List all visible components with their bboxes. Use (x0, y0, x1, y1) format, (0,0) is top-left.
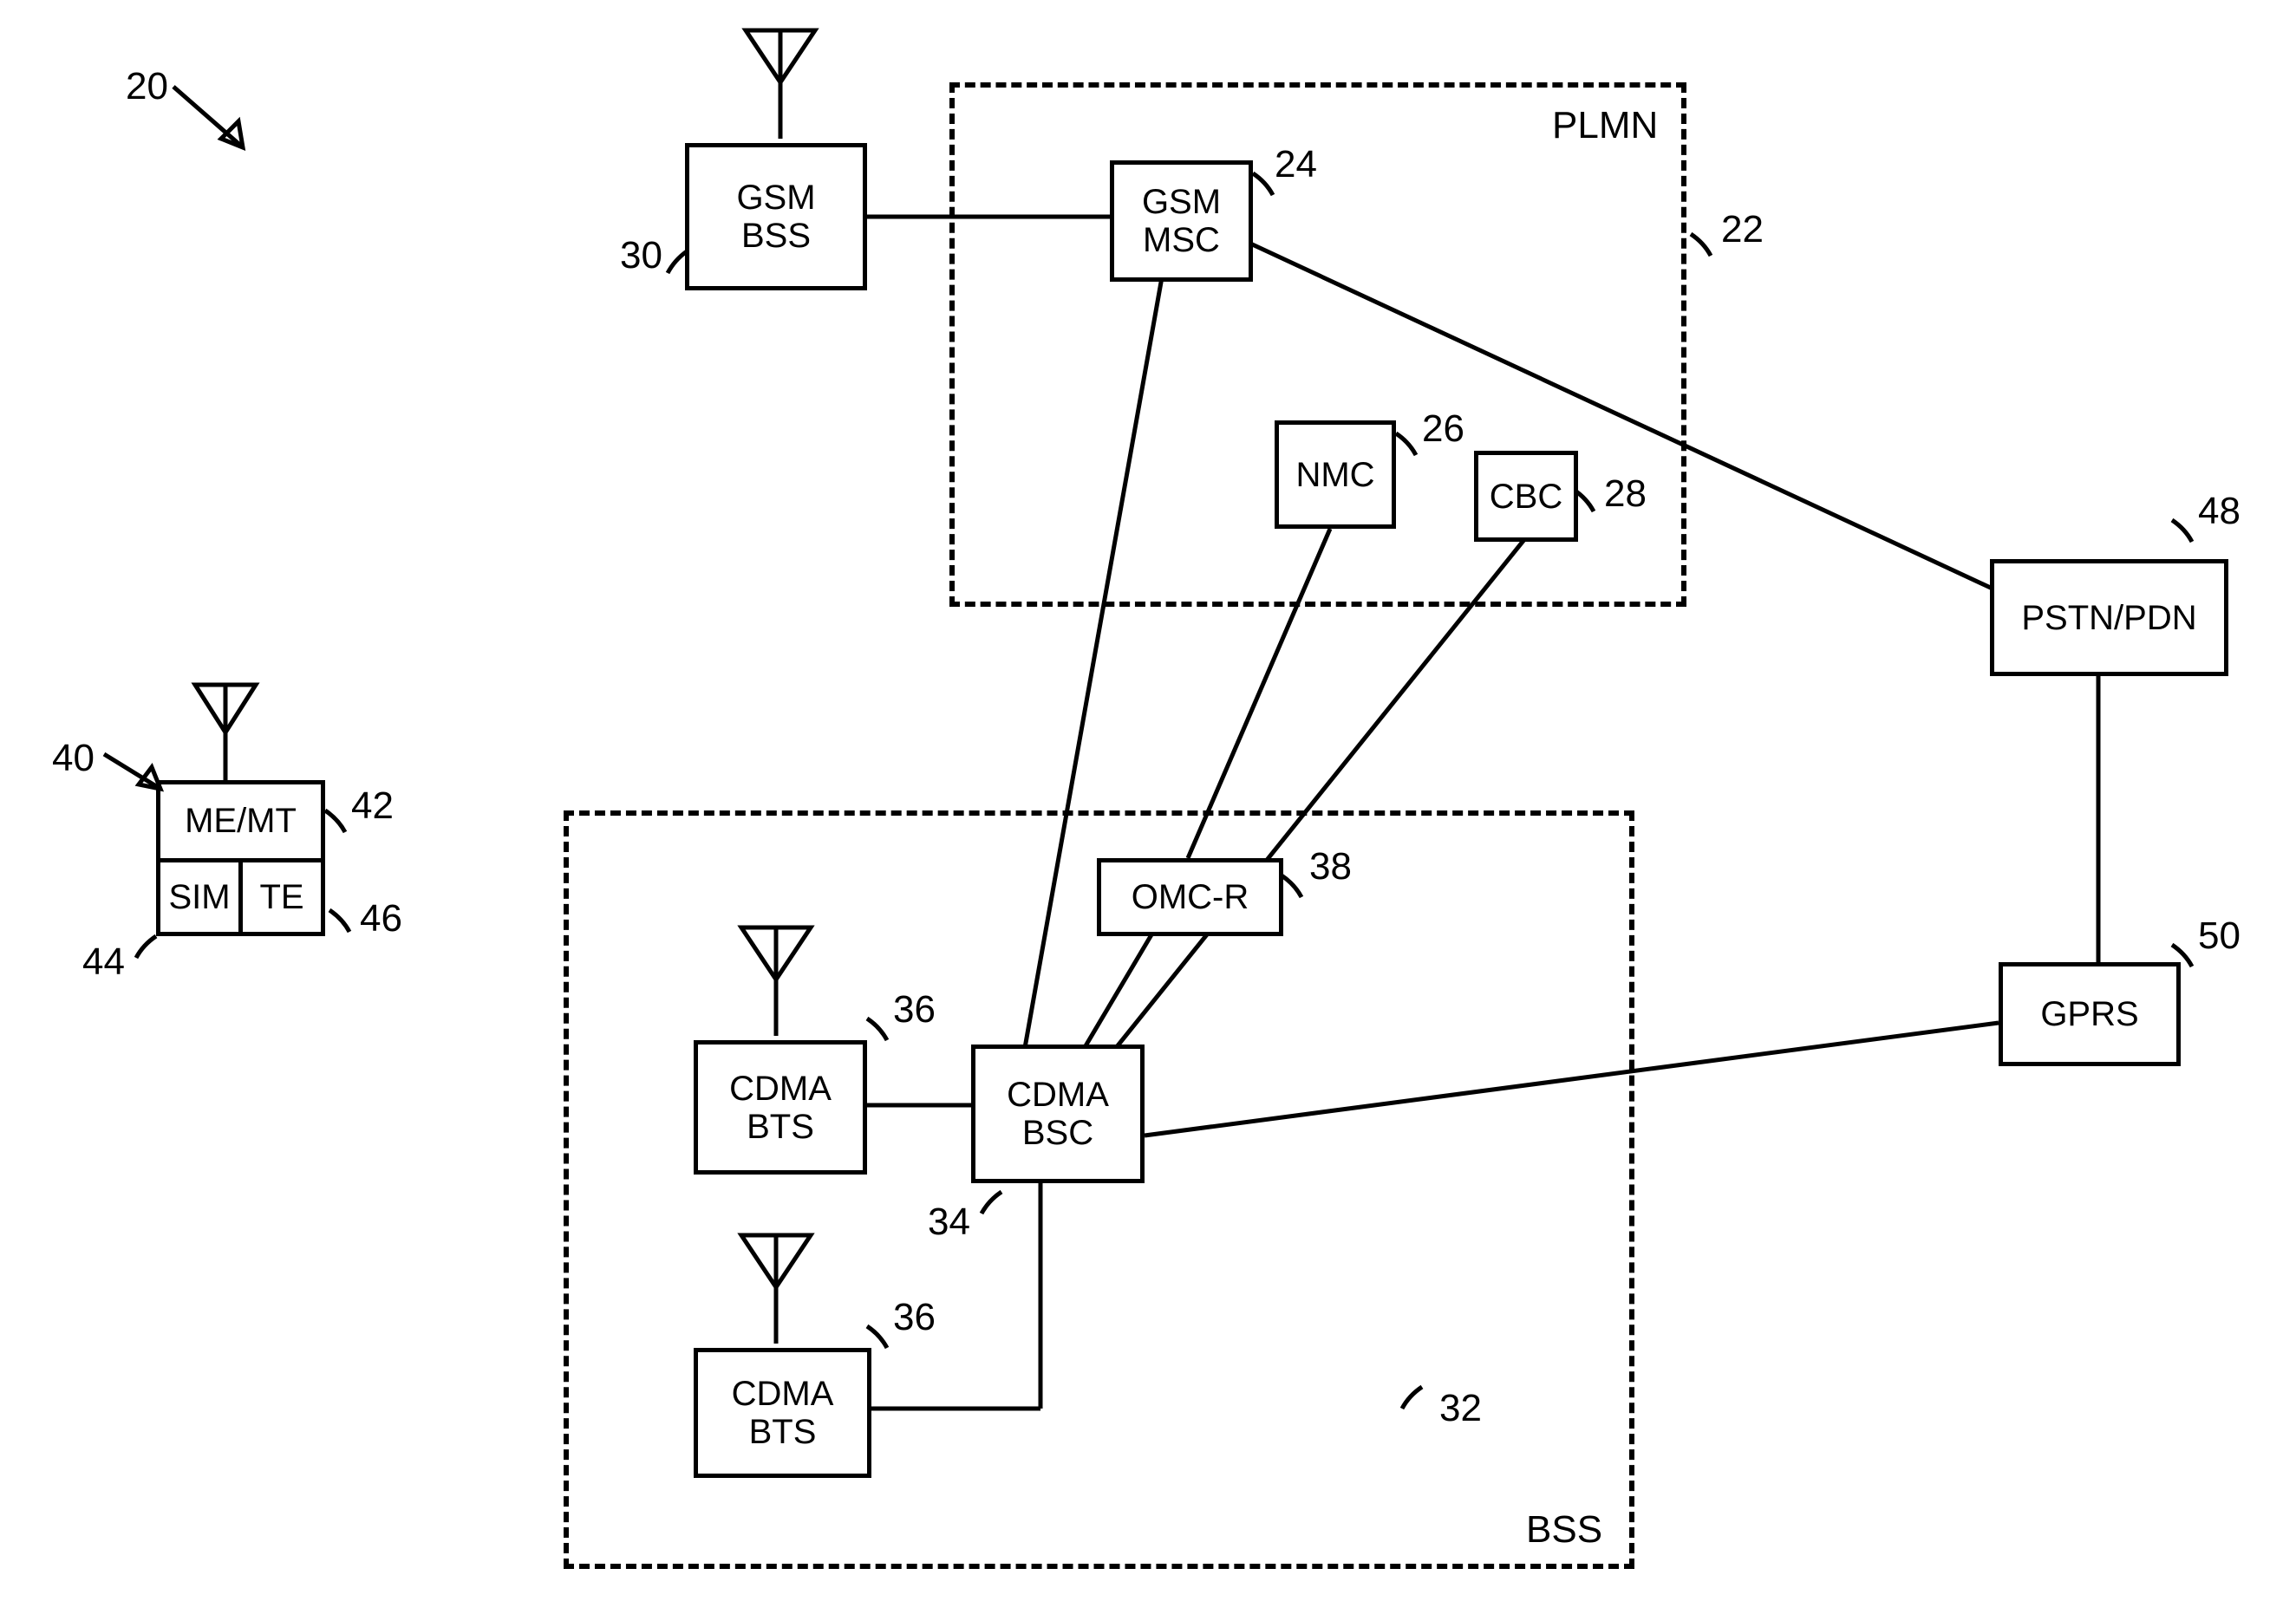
gsm-msc-label1: GSM (1142, 183, 1221, 221)
gsm-msc-label2: MSC (1143, 221, 1220, 259)
cdma-bts-1-label1: CDMA (729, 1070, 832, 1108)
pstn-pdn-box: PSTN/PDN (1990, 559, 2228, 676)
sim-cell: SIM (160, 862, 243, 932)
gprs-ref: 50 (2198, 914, 2241, 958)
me-mt-cell: ME/MT (160, 784, 321, 862)
cdma-bsc-label1: CDMA (1007, 1076, 1109, 1114)
omc-r-ref: 38 (1309, 845, 1352, 888)
gsm-msc-ref: 24 (1275, 143, 1317, 186)
pstn-pdn-label: PSTN/PDN (2021, 599, 2196, 637)
gsm-bss-box: GSM BSS (685, 143, 867, 290)
mobile-device: ME/MT SIM TE (156, 780, 325, 936)
bss-ref: 32 (1439, 1387, 1482, 1430)
cdma-bsc-ref: 34 (928, 1201, 970, 1244)
te-ref: 46 (360, 897, 402, 940)
gsm-msc-box: GSM MSC (1110, 160, 1253, 282)
gsm-bss-label1: GSM (736, 179, 815, 217)
cdma-bsc-label2: BSC (1022, 1114, 1093, 1152)
cdma-bts-2-box: CDMA BTS (694, 1348, 871, 1478)
plmn-label: PLMN (1552, 104, 1658, 147)
gsm-bss-label2: BSS (741, 217, 811, 255)
cdma-bts-1-box: CDMA BTS (694, 1040, 867, 1175)
sim-ref: 44 (82, 940, 125, 984)
cdma-bts-2-label1: CDMA (732, 1375, 834, 1413)
me-mt-ref: 42 (351, 784, 394, 828)
cbc-label: CBC (1490, 478, 1562, 516)
nmc-box: NMC (1275, 420, 1396, 529)
cbc-ref: 28 (1604, 472, 1647, 516)
gprs-label: GPRS (2040, 995, 2138, 1033)
te-cell: TE (243, 862, 321, 932)
plmn-ref: 22 (1721, 208, 1764, 251)
mobile-ref: 40 (52, 737, 95, 780)
cdma-bts-2-ref: 36 (893, 1296, 936, 1339)
cbc-box: CBC (1474, 451, 1578, 542)
gprs-box: GPRS (1999, 962, 2181, 1066)
nmc-label: NMC (1295, 456, 1374, 494)
cdma-bsc-box: CDMA BSC (971, 1045, 1145, 1183)
me-mt-label: ME/MT (185, 802, 297, 841)
omc-r-box: OMC-R (1097, 858, 1283, 936)
gsm-bss-ref: 30 (620, 234, 662, 277)
cdma-bts-1-ref: 36 (893, 988, 936, 1032)
sim-label: SIM (168, 878, 230, 917)
bss-label: BSS (1526, 1508, 1602, 1552)
nmc-ref: 26 (1422, 407, 1464, 451)
omc-r-label: OMC-R (1132, 878, 1249, 916)
cdma-bts-1-label2: BTS (747, 1108, 814, 1146)
figure-ref: 20 (126, 65, 168, 108)
pstn-pdn-ref: 48 (2198, 490, 2241, 533)
te-label: TE (259, 878, 303, 917)
cdma-bts-2-label2: BTS (749, 1413, 817, 1451)
